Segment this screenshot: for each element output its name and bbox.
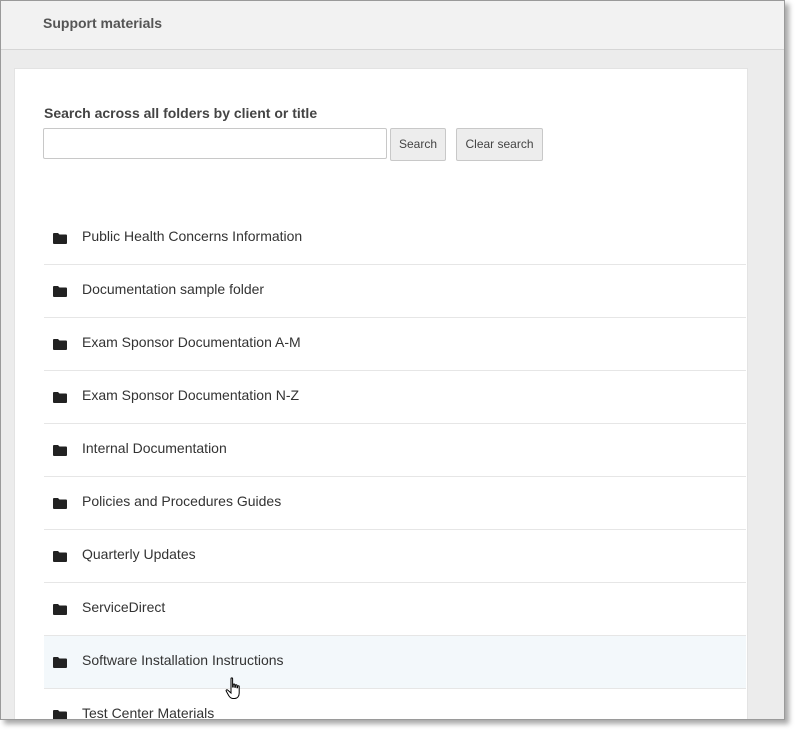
folder-item[interactable]: Quarterly Updates <box>44 530 746 583</box>
folder-icon <box>53 445 67 456</box>
window-frame: Support materials Search across all fold… <box>0 0 785 720</box>
folder-list: Public Health Concerns Information Docum… <box>44 212 746 720</box>
folder-label: Internal Documentation <box>82 440 227 456</box>
folder-item[interactable]: ServiceDirect <box>44 583 746 636</box>
folder-item[interactable]: Documentation sample folder <box>44 265 746 318</box>
folder-icon <box>53 286 67 297</box>
folder-item[interactable]: Exam Sponsor Documentation A-M <box>44 318 746 371</box>
search-label: Search across all folders by client or t… <box>44 105 318 121</box>
folder-item[interactable]: Internal Documentation <box>44 424 746 477</box>
folder-label: Test Center Materials <box>82 705 215 720</box>
folder-item[interactable]: Public Health Concerns Information <box>44 212 746 265</box>
folder-icon <box>53 604 67 615</box>
clear-search-button[interactable]: Clear search <box>456 128 543 161</box>
folder-item[interactable]: Exam Sponsor Documentation N-Z <box>44 371 746 424</box>
folder-label: Policies and Procedures Guides <box>82 493 282 509</box>
page-header: Support materials <box>1 1 784 50</box>
search-input[interactable] <box>43 128 387 159</box>
content-panel: Search across all folders by client or t… <box>14 68 748 720</box>
folder-label: Software Installation Instructions <box>82 652 284 668</box>
folder-label: Exam Sponsor Documentation A-M <box>82 334 301 350</box>
page-title: Support materials <box>43 15 163 31</box>
folder-item[interactable]: Software Installation Instructions <box>44 636 746 689</box>
folder-label: ServiceDirect <box>82 599 166 615</box>
folder-icon <box>53 498 67 509</box>
folder-label: Exam Sponsor Documentation N-Z <box>82 387 300 403</box>
search-button[interactable]: Search <box>390 128 446 161</box>
folder-icon <box>53 392 67 403</box>
folder-item[interactable]: Test Center Materials <box>44 689 746 720</box>
folder-label: Documentation sample folder <box>82 281 265 297</box>
folder-icon <box>53 233 67 244</box>
folder-item[interactable]: Policies and Procedures Guides <box>44 477 746 530</box>
folder-icon <box>53 657 67 668</box>
folder-icon <box>53 710 67 719</box>
folder-label: Quarterly Updates <box>82 546 196 562</box>
folder-icon <box>53 551 67 562</box>
folder-label: Public Health Concerns Information <box>82 228 303 244</box>
folder-icon <box>53 339 67 350</box>
